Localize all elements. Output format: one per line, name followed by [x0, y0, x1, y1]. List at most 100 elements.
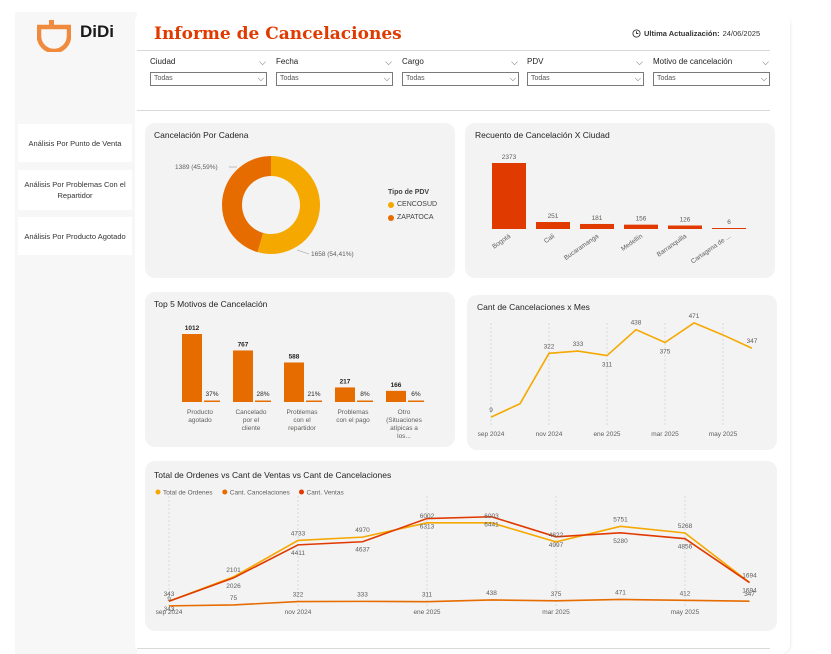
bar-2	[284, 362, 304, 402]
slice-label: 1389 (45,59%)	[175, 164, 218, 171]
point-label: 322	[293, 592, 304, 599]
filter-value: Todas	[154, 75, 173, 82]
sidebar	[15, 12, 137, 654]
bar-0	[182, 334, 202, 402]
motivos-bar-chart: 1012 37% Productoagotado 767 28% Canceladopor…	[182, 325, 424, 440]
legend-label: ZAPATOCA	[397, 214, 434, 221]
chevron-down-icon: ⌵	[760, 74, 767, 83]
last-update-value: 24/06/2025	[722, 29, 761, 38]
chevron-down-icon[interactable]: ⌵	[762, 57, 769, 68]
legend-label: Cant. Cancelaciones	[230, 490, 291, 497]
legend-label: Cant. Ventas	[307, 490, 345, 497]
legend-label: CENCOSUD	[397, 201, 438, 208]
filter-ciudad-dropdown[interactable]: Todas ⌵	[150, 72, 267, 86]
legend-title: Tipo de PDV	[388, 189, 430, 196]
point-label: 471	[615, 589, 626, 596]
chevron-down-icon[interactable]: ⌵	[636, 57, 643, 68]
x-tick-label: ene 2025	[593, 431, 620, 438]
point-label: 471	[689, 313, 700, 320]
filter-fecha-dropdown[interactable]: Todas ⌵	[276, 72, 393, 86]
x-tick-label: sep 2024	[478, 431, 505, 438]
point-label: 5268	[678, 523, 693, 530]
filters-divider	[137, 110, 770, 111]
legend-dot	[388, 214, 394, 221]
legend-item-cencosud[interactable]: CENCOSUD	[388, 201, 437, 208]
filter-motivo-dropdown[interactable]: Todas ⌵	[653, 72, 770, 86]
chevron-down-icon: ⌵	[383, 74, 390, 83]
filter-pdv-dropdown[interactable]: Todas ⌵	[527, 72, 644, 86]
bar-value-label: 2373	[502, 154, 517, 161]
brand-name: DiDi	[80, 22, 114, 41]
point-label: 311	[422, 592, 433, 599]
filter-pdv: PDV ⌵ Todas ⌵	[527, 57, 644, 86]
bottom-divider	[137, 648, 770, 649]
nav-analisis-problemas-repartidor[interactable]: Análisis Por Problemas Con el Repartidor	[18, 170, 132, 210]
point-label: 4997	[549, 542, 564, 549]
chevron-down-icon[interactable]: ⌵	[385, 57, 392, 68]
bar-value-label: 6	[727, 219, 731, 226]
bar-2	[580, 223, 614, 229]
point-label: 347	[747, 338, 758, 345]
bar-4	[386, 390, 406, 402]
percent-bar-0	[204, 400, 220, 402]
point-label: 1694	[742, 573, 757, 580]
didi-logo-icon	[37, 20, 71, 52]
bar-category-label: con el	[293, 417, 311, 424]
report-canvas: DiDi Análisis Por Punto de Venta Análisi…	[0, 0, 831, 654]
point-label: 5751	[613, 516, 628, 523]
slice-label: 1658 (54,41%)	[311, 251, 354, 258]
filter-value: Todas	[406, 75, 425, 82]
x-tick-label: mar 2025	[542, 609, 570, 616]
percent-label: 6%	[411, 391, 421, 398]
last-update: Ultima Actualización: 24/06/2025	[632, 29, 760, 38]
point-label: 4637	[355, 547, 370, 554]
percent-bar-3	[357, 400, 373, 402]
legend-item-zapatoca[interactable]: ZAPATOCA	[388, 214, 434, 221]
x-tick-label: ene 2025	[413, 609, 440, 616]
series-line-1	[168, 598, 750, 607]
percent-bar-4	[408, 400, 424, 402]
bar-value-label: 767	[238, 341, 249, 348]
point-label: 6441	[484, 522, 499, 529]
bar-value-label: 217	[340, 378, 351, 385]
bar-category-label: cliente	[242, 425, 261, 432]
filter-fecha: Fecha ⌵ Todas ⌵	[276, 57, 393, 86]
slice-leader-line	[296, 249, 310, 255]
legend-label: Total de Ordenes	[163, 490, 213, 497]
point-label: 438	[486, 590, 497, 597]
bar-0	[492, 163, 526, 229]
point-label: 333	[357, 591, 368, 598]
filter-label: Fecha	[276, 57, 299, 66]
bar-value-label: 251	[548, 213, 559, 220]
chevron-down-icon[interactable]: ⌵	[511, 57, 518, 68]
bar-5	[712, 228, 746, 229]
filter-cargo-dropdown[interactable]: Todas ⌵	[402, 72, 519, 86]
point-label: 4970	[355, 527, 370, 534]
chevron-down-icon[interactable]: ⌵	[259, 57, 266, 68]
x-tick-label: mar 2025	[651, 431, 679, 438]
point-label: 438	[631, 320, 642, 327]
bar-category-label: Medellín	[620, 233, 644, 253]
point-label: 6002	[420, 513, 435, 520]
filter-label: Motivo de cancelación	[653, 57, 733, 66]
point-label: 311	[602, 362, 613, 369]
filter-motivo: Motivo de cancelación ⌵ Todas ⌵	[653, 57, 770, 86]
filter-value: Todas	[531, 75, 550, 82]
nav-analisis-punto-venta[interactable]: Análisis Por Punto de Venta	[18, 124, 132, 162]
bar-category-label: con el pago	[336, 417, 370, 424]
bar-value-label: 1012	[185, 325, 200, 332]
bar-category-label: Otro	[398, 409, 411, 416]
bar-1	[233, 350, 253, 402]
point-label: 375	[660, 349, 671, 356]
point-label: 4622	[549, 532, 564, 539]
legend-dot	[299, 489, 304, 495]
point-label: 4733	[291, 530, 306, 537]
filter-value: Todas	[280, 75, 299, 82]
nav-label: Análisis Por Problemas Con el Repartidor	[24, 180, 126, 200]
percent-label: 37%	[205, 391, 218, 398]
series-line	[490, 322, 753, 418]
percent-bar-1	[255, 400, 271, 402]
nav-analisis-producto-agotado[interactable]: Análisis Por Producto Agotado	[18, 217, 132, 255]
bar-category-label: Problemas	[337, 409, 369, 416]
bar-category-label: agotado	[188, 417, 212, 424]
